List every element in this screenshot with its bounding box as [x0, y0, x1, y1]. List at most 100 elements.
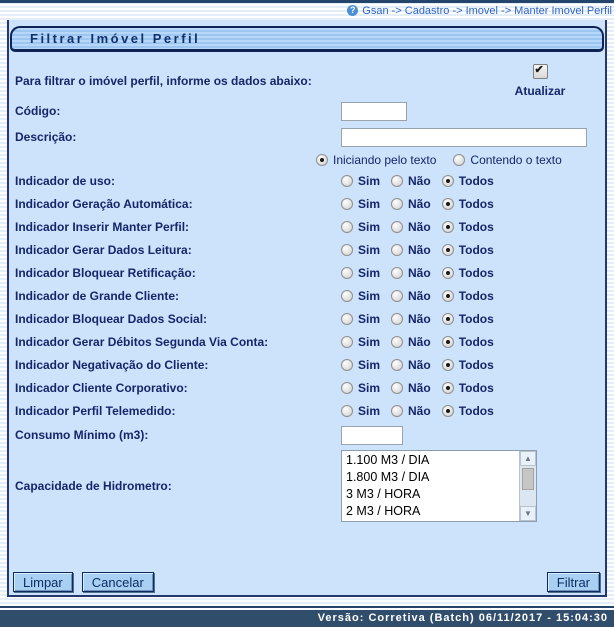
- nao-radio-label: Não: [408, 243, 431, 257]
- sim-radio[interactable]: [341, 405, 353, 417]
- indicator-row: Indicador Gerar Dados Leitura: Sim Não Tod…: [15, 238, 597, 261]
- capacidade-options: 1.100 M3 / DIA1.800 M3 / DIA3 M3 / HORA2…: [342, 451, 519, 521]
- todos-radio[interactable]: [442, 313, 454, 325]
- nao-radio[interactable]: [391, 244, 403, 256]
- nao-radio[interactable]: [391, 221, 403, 233]
- indicator-row: Indicador Perfil Telemedido: SimNãoTodos: [15, 399, 597, 422]
- radio-option-sim: Sim: [341, 358, 380, 372]
- nao-radio[interactable]: [391, 290, 403, 302]
- indicator-options: SimNãoTodos: [341, 220, 505, 234]
- nao-radio-label: Não: [408, 174, 431, 188]
- todos-radio-label: Todos: [459, 197, 494, 211]
- sim-radio-label: Sim: [358, 289, 380, 303]
- todos-radio[interactable]: [442, 382, 454, 394]
- iniciando-pelo-texto-radio-label: Iniciando pelo texto: [333, 153, 436, 167]
- radio-option-nao: Não: [391, 220, 431, 234]
- listbox-scrollbar[interactable]: ▲ ▼: [519, 451, 536, 521]
- sim-radio[interactable]: [341, 221, 353, 233]
- sim-radio[interactable]: [341, 175, 353, 187]
- scroll-up-icon[interactable]: ▲: [520, 451, 536, 466]
- todos-radio[interactable]: [442, 198, 454, 210]
- atualizar-checkbox[interactable]: [533, 64, 548, 79]
- todos-radio[interactable]: [442, 336, 454, 348]
- sim-radio[interactable]: [341, 313, 353, 325]
- todos-radio[interactable]: [442, 359, 454, 371]
- page: ? Gsan -> Cadastro -> Imovel -> Manter I…: [0, 0, 614, 627]
- list-item-2-m3-hora[interactable]: 2 M3 / HORA: [342, 503, 519, 520]
- breadcrumb-text[interactable]: Gsan -> Cadastro -> Imovel -> Manter Imo…: [362, 5, 612, 17]
- limpar-button[interactable]: Limpar: [13, 572, 73, 592]
- todos-radio-label: Todos: [459, 243, 494, 257]
- nao-radio-label: Não: [408, 404, 431, 418]
- scrollbar-thumb[interactable]: [522, 468, 534, 490]
- nao-radio-label: Não: [408, 358, 431, 372]
- cancelar-button[interactable]: Cancelar: [82, 572, 154, 592]
- sim-radio-label: Sim: [358, 243, 380, 257]
- sim-radio-label: Sim: [358, 266, 380, 280]
- sim-radio[interactable]: [341, 359, 353, 371]
- todos-radio[interactable]: [442, 405, 454, 417]
- indicator-options: SimNãoTodos: [341, 197, 505, 211]
- nao-radio[interactable]: [391, 313, 403, 325]
- nao-radio-label: Não: [408, 289, 431, 303]
- indicator-label-indicador-bloquear-dados-social: Indicador Bloquear Dados Social:: [15, 312, 341, 326]
- nao-radio[interactable]: [391, 336, 403, 348]
- indicator-options: SimNãoTodos: [341, 289, 505, 303]
- radio-option-iniciando-pelo-texto: Iniciando pelo texto: [316, 153, 436, 167]
- nao-radio-label: Não: [408, 220, 431, 234]
- list-item-1-800-m3-dia[interactable]: 1.800 M3 / DIA: [342, 469, 519, 486]
- contendo-o-texto-radio[interactable]: [453, 154, 465, 166]
- radio-option-sim: Sim: [341, 174, 380, 188]
- scrollbar-track[interactable]: [520, 492, 536, 506]
- nao-radio[interactable]: [391, 198, 403, 210]
- nao-radio-label: Não: [408, 312, 431, 326]
- indicator-label-indicador-perfil-telemedido: Indicador Perfil Telemedido:: [15, 404, 341, 418]
- indicator-options: SimNãoTodos: [341, 335, 505, 349]
- radio-option-nao: Não: [391, 358, 431, 372]
- indicator-label-indicador-de-grande-cliente: Indicador de Grande Cliente:: [15, 289, 341, 303]
- todos-radio[interactable]: [442, 175, 454, 187]
- todos-radio[interactable]: [442, 267, 454, 279]
- indicator-label-indicador-negativacao-do-cliente: Indicador Negativação do Cliente:: [15, 358, 341, 372]
- descricao-input[interactable]: [341, 128, 587, 147]
- radio-option-sim: Sim: [341, 197, 380, 211]
- radio-option-nao: Não: [391, 289, 431, 303]
- sim-radio[interactable]: [341, 290, 353, 302]
- codigo-input[interactable]: [341, 102, 407, 121]
- indicator-row: Indicador Geração Automática: SimNãoTodo…: [15, 192, 597, 215]
- indicator-label-indicador-gerar-dados-leitura: Indicador Gerar Dados Leitura:: [15, 243, 341, 257]
- indicator-label-indicador-bloquear-retificacao: Indicador Bloquear Retificação:: [15, 266, 341, 280]
- sim-radio[interactable]: [341, 382, 353, 394]
- radio-option-todos: Todos: [442, 220, 494, 234]
- list-item-3-m3-hora[interactable]: 3 M3 / HORA: [342, 486, 519, 503]
- radio-option-sim: Sim: [341, 335, 380, 349]
- radio-option-sim: Sim: [341, 312, 380, 326]
- scroll-down-icon[interactable]: ▼: [520, 506, 536, 521]
- filtrar-button[interactable]: Filtrar: [547, 572, 600, 592]
- radio-option-nao: Não: [391, 404, 431, 418]
- sim-radio-label: Sim: [358, 404, 380, 418]
- capacidade-listbox[interactable]: 1.100 M3 / DIA1.800 M3 / DIA3 M3 / HORA2…: [341, 450, 537, 522]
- nao-radio[interactable]: [391, 405, 403, 417]
- sim-radio[interactable]: [341, 267, 353, 279]
- nao-radio[interactable]: [391, 175, 403, 187]
- indicator-label-indicador-de-uso: Indicador de uso:: [15, 174, 341, 188]
- todos-radio[interactable]: [442, 221, 454, 233]
- iniciando-pelo-texto-radio[interactable]: [316, 154, 328, 166]
- sim-radio[interactable]: [341, 198, 353, 210]
- sim-radio[interactable]: [341, 336, 353, 348]
- sim-radio[interactable]: [341, 244, 353, 256]
- nao-radio[interactable]: [391, 359, 403, 371]
- indicator-row: Indicador Gerar Débitos Segunda Via Cont…: [15, 330, 597, 353]
- radio-option-nao: Não: [391, 243, 431, 257]
- nao-radio[interactable]: [391, 382, 403, 394]
- todos-radio[interactable]: [442, 290, 454, 302]
- radio-option-todos: Todos: [442, 335, 494, 349]
- todos-radio[interactable]: [442, 244, 454, 256]
- help-icon[interactable]: ?: [347, 5, 358, 16]
- list-item-1-100-m3-dia[interactable]: 1.100 M3 / DIA: [342, 452, 519, 469]
- nao-radio[interactable]: [391, 267, 403, 279]
- indicator-label-indicador-inserir-manter-perfil: Indicador Inserir Manter Perfil:: [15, 220, 341, 234]
- consumo-minimo-input[interactable]: [341, 426, 403, 445]
- atualizar-label: Atualizar: [497, 84, 583, 98]
